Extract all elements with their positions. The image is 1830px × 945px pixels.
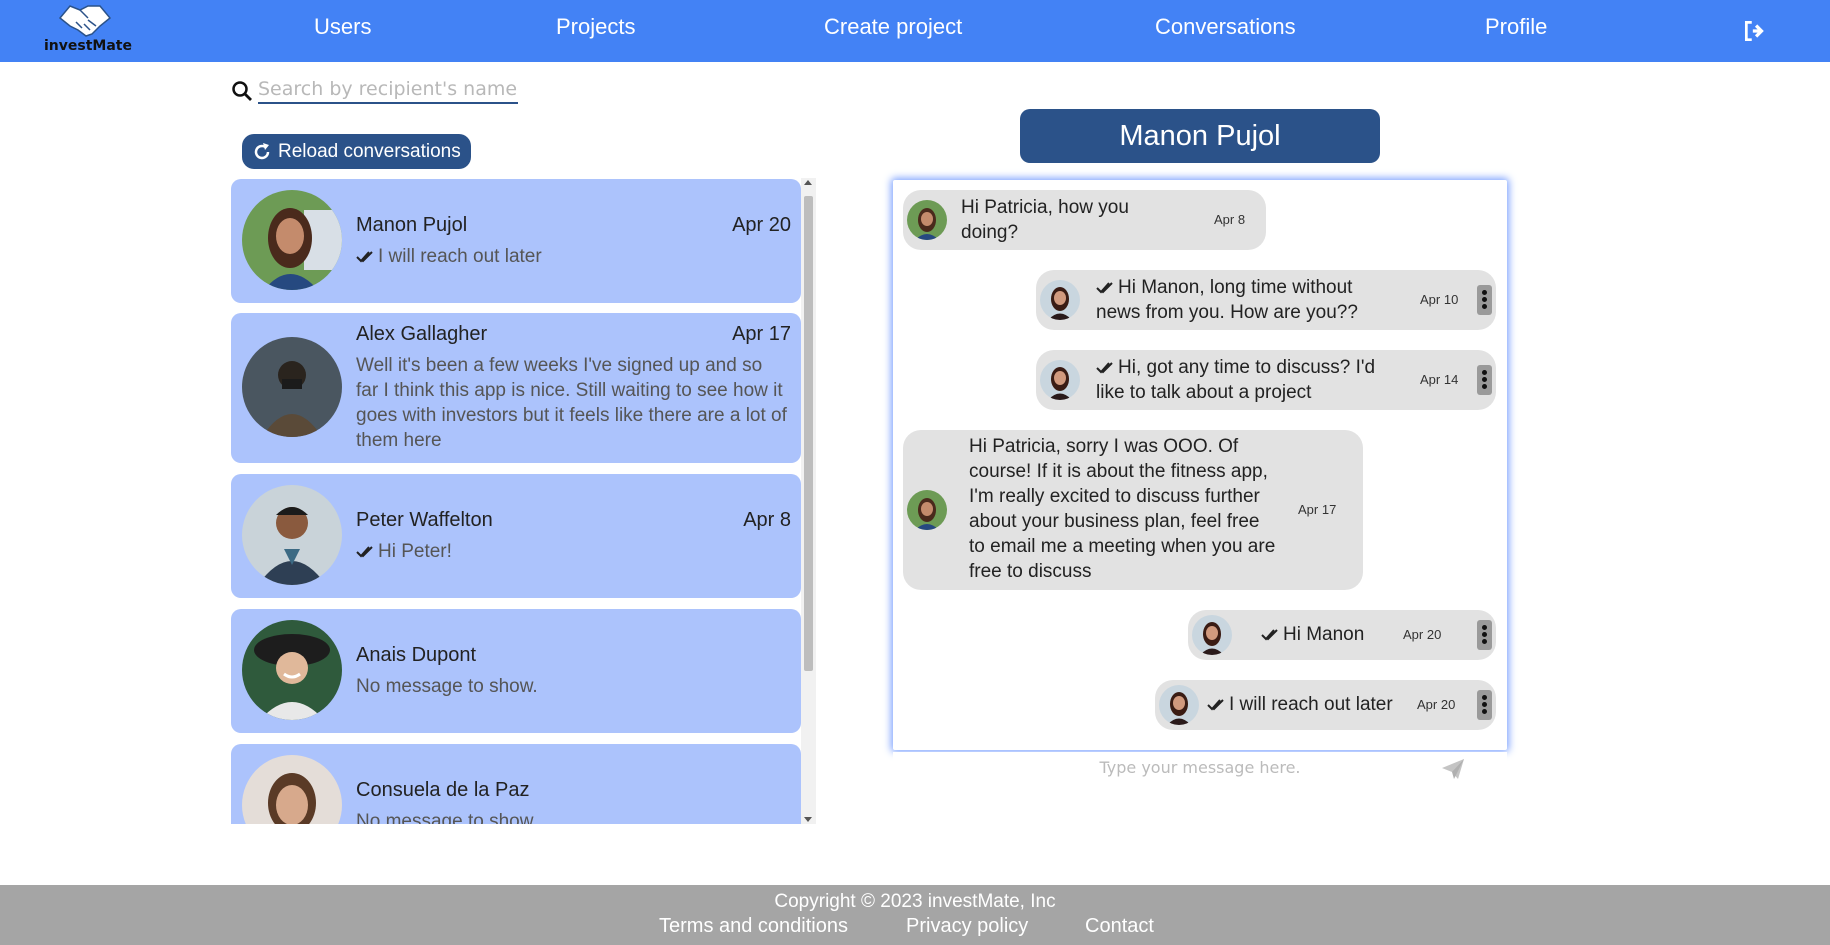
message-options-button[interactable]	[1477, 690, 1492, 720]
conversation-name: Consuela de la Paz	[356, 779, 530, 801]
avatar	[1192, 615, 1232, 655]
avatar	[242, 190, 342, 290]
scrollbar-thumb[interactable]	[804, 196, 813, 671]
copyright-text: Copyright © 2023 investMate, Inc	[774, 891, 1056, 912]
conversation-name: Peter Waffelton	[356, 509, 493, 531]
reload-conversations-button[interactable]: Reload conversations	[242, 134, 471, 169]
conversation-name: Alex Gallagher	[356, 323, 488, 345]
conversation-item[interactable]: Anais Dupont No message to show.	[231, 609, 801, 733]
conversation-last-message: No message to show.	[356, 811, 538, 824]
navbar: investMate Users Projects Create project…	[0, 0, 1830, 62]
privacy-link[interactable]: Privacy policy	[906, 915, 1028, 938]
message-date: Apr 8	[1214, 212, 1246, 227]
conversation-date: Apr 8	[743, 509, 791, 531]
avatar	[242, 755, 342, 824]
conversation-last-message: No message to show.	[356, 676, 538, 697]
message-options-button[interactable]	[1477, 365, 1492, 395]
nav-conversations[interactable]: Conversations	[1155, 14, 1296, 40]
avatar	[1040, 360, 1080, 400]
scroll-up-icon[interactable]	[804, 180, 812, 185]
footer: Copyright © 2023 investMate, Inc Terms a…	[0, 885, 1830, 945]
nav-profile[interactable]: Profile	[1485, 14, 1547, 40]
double-check-icon	[1096, 282, 1113, 294]
message-text: Hi Manon	[1261, 622, 1401, 647]
conversation-last-message: Hi Peter!	[356, 539, 789, 564]
conversation-name: Anais Dupont	[356, 644, 477, 666]
logo-text: investMate	[44, 38, 132, 54]
conversation-item[interactable]: Consuela de la Paz No message to show.	[231, 744, 801, 824]
search-icon	[232, 81, 252, 101]
contact-link[interactable]: Contact	[1085, 915, 1154, 938]
message-date: Apr 10	[1420, 292, 1459, 307]
conversation-list[interactable]: Manon Pujol Apr 20 I will reach out late…	[231, 178, 801, 824]
avatar	[1159, 685, 1199, 725]
message-input[interactable]	[893, 752, 1507, 782]
conversation-list-scrollbar[interactable]	[801, 178, 816, 824]
message-received: Hi Patricia, sorry I was OOO. Of course!…	[903, 430, 1363, 590]
conversation-item[interactable]: Peter Waffelton Apr 8 Hi Peter!	[231, 474, 801, 598]
conversation-item[interactable]: Manon Pujol Apr 20 I will reach out late…	[231, 179, 801, 303]
avatar	[242, 485, 342, 585]
avatar	[242, 337, 342, 437]
terms-link[interactable]: Terms and conditions	[659, 915, 848, 938]
scroll-down-icon[interactable]	[804, 817, 812, 822]
message-text: Hi, got any time to discuss? I'd like to…	[1096, 357, 1376, 403]
avatar	[1040, 280, 1080, 320]
message-text: Hi Manon, long time without news from yo…	[1096, 277, 1358, 323]
message-sent: I will reach out later Apr 20	[1155, 680, 1496, 730]
message-sent: Hi, got any time to discuss? I'd like to…	[1036, 350, 1496, 410]
message-sent: Hi Manon Apr 20	[1188, 610, 1496, 660]
chat-recipient-title: Manon Pujol	[1020, 109, 1380, 163]
nav-users[interactable]: Users	[314, 14, 371, 40]
double-check-icon	[1261, 629, 1278, 641]
message-sent: Hi Manon, long time without news from yo…	[1036, 270, 1496, 330]
message-date: Apr 17	[1298, 502, 1337, 517]
message-options-button[interactable]	[1477, 285, 1492, 315]
double-check-icon	[1207, 699, 1224, 711]
message-received: Hi Patricia, how you doing? Apr 8	[903, 190, 1266, 250]
nav-projects[interactable]: Projects	[556, 14, 635, 40]
chat-messages[interactable]: Hi Patricia, how you doing? Apr 8 Hi Man…	[893, 180, 1507, 750]
message-text: Hi Patricia, sorry I was OOO. Of course!…	[969, 436, 1276, 582]
avatar	[242, 620, 342, 720]
message-date: Apr 20	[1403, 627, 1442, 642]
sign-out-icon[interactable]	[1742, 18, 1768, 44]
search-input[interactable]	[258, 76, 518, 104]
conversation-last-message: I will reach out later	[356, 244, 789, 269]
paper-plane-icon[interactable]	[1441, 758, 1465, 780]
message-text: I will reach out later	[1207, 692, 1407, 717]
logo[interactable]: investMate	[40, 0, 132, 58]
conversation-last-message: Well it's been a few weeks I've signed u…	[356, 355, 787, 451]
conversation-item[interactable]: Alex Gallagher Apr 17 Well it's been a f…	[231, 313, 801, 463]
nav-create-project[interactable]: Create project	[824, 14, 962, 40]
message-text: Hi Patricia, how you doing?	[961, 197, 1129, 243]
handshake-icon	[58, 5, 112, 37]
message-options-button[interactable]	[1477, 620, 1492, 650]
avatar	[907, 490, 947, 530]
conversation-date: Apr 20	[732, 214, 791, 236]
conversation-name: Manon Pujol	[356, 214, 468, 236]
double-check-icon	[356, 251, 373, 263]
message-date: Apr 20	[1417, 697, 1456, 712]
avatar	[907, 200, 947, 240]
conversation-date: Apr 17	[732, 323, 791, 345]
message-date: Apr 14	[1420, 372, 1459, 387]
double-check-icon	[1096, 362, 1113, 374]
rotate-icon	[254, 142, 270, 159]
reload-label: Reload conversations	[278, 140, 461, 162]
double-check-icon	[356, 546, 373, 558]
